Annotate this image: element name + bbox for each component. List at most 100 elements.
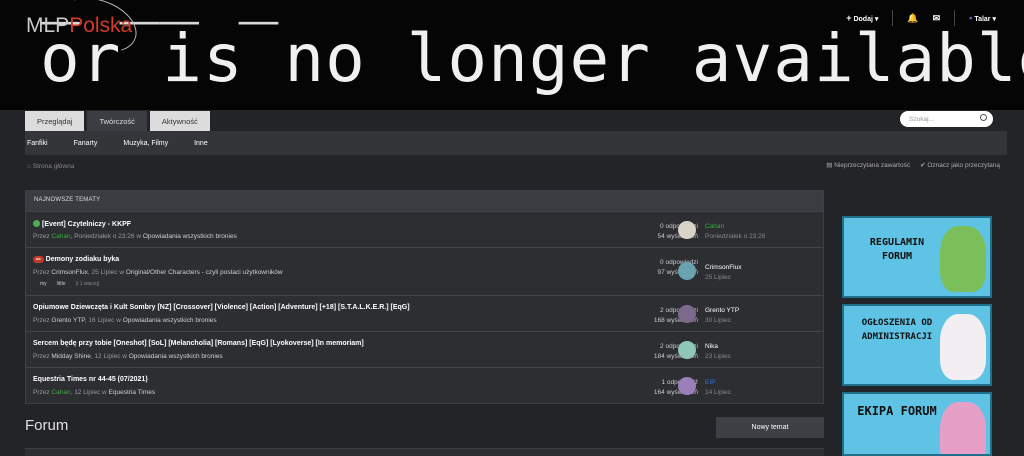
last-date[interactable]: 30 Lipiec (705, 316, 739, 326)
topic-meta: Przez Cahan, Poniedziałek o 23:26 w Opow… (33, 233, 237, 240)
last-post: Cahan Poniedziałek o 23:26 (705, 222, 765, 242)
last-date[interactable]: Poniedziałek o 23:26 (705, 232, 765, 242)
last-date[interactable]: 14 Lipiec (705, 388, 731, 398)
oc-badge: oc (33, 256, 44, 263)
last-user[interactable]: Nika (705, 342, 731, 352)
topic-author[interactable]: Cahan (51, 233, 70, 240)
mark-read-link[interactable]: ✔ Oznacz jako przeczytaną (920, 161, 1000, 169)
topic-author[interactable]: CrimsonFlux (51, 269, 87, 276)
meta-prefix: Przez (33, 233, 52, 240)
last-user[interactable]: Grento YTP (705, 306, 739, 316)
subnav-fanarty[interactable]: Fanarty (74, 140, 98, 147)
tab-creativity[interactable]: Twórczość (87, 111, 147, 131)
avatar-icon: ▪ (969, 13, 973, 23)
subnav-other[interactable]: Inne (194, 140, 208, 147)
meta-prefix: Przez (33, 353, 52, 360)
topic-tags: my little (i 1 więcej) (40, 281, 99, 287)
topic-title-text: [Event] Czytelniczy - KKPF (42, 221, 132, 228)
topic-forum[interactable]: Opowiadania wszystkich bronies (143, 233, 237, 240)
bell-icon[interactable]: 🔔 (907, 13, 918, 24)
topic-author[interactable]: Midday Shine (51, 353, 90, 360)
avatar[interactable] (678, 305, 696, 323)
add-button[interactable]: + Dodaj ▾ (846, 13, 878, 23)
tag-more[interactable]: (i 1 więcej) (76, 281, 100, 287)
tag[interactable]: my (40, 281, 47, 287)
topic-date: , Poniedziałek o 23:26 w (70, 233, 143, 240)
meta-prefix: Przez (33, 269, 52, 276)
topic-author[interactable]: Grento YTP (51, 317, 84, 324)
header-banner: _ __ _ or is no longer available. MLPPol… (0, 0, 1024, 110)
topic-title[interactable]: Equestria Times nr 44-45 (07/2021) (33, 376, 148, 383)
topic-title[interactable]: Opiumowe Dziewczęta i Kult Sombry [NZ] [… (33, 304, 410, 311)
topic-meta: Przez Midday Shine, 12 Lipiec w Opowiada… (33, 353, 223, 360)
tag[interactable]: little (57, 281, 66, 287)
activity-links: ▤ Nieprzeczytana zawartość ✔ Oznacz jako… (826, 161, 1000, 169)
check-icon: ✔ (920, 162, 926, 169)
topic-title[interactable]: [Event] Czytelniczy - KKPF (33, 220, 131, 228)
spike-image (940, 226, 986, 292)
topic-meta: Przez CrimsonFlux, 25 Lipiec w Original/… (33, 269, 283, 276)
last-post: Nika 23 Lipiec (705, 342, 731, 362)
team-banner-text: EKIPA FORUM (857, 404, 937, 418)
team-banner[interactable]: EKIPA FORUM (842, 392, 992, 456)
topic-row: Opiumowe Dziewczęta i Kult Sombry [NZ] [… (26, 295, 823, 331)
tab-browse[interactable]: Przeglądaj (25, 111, 85, 131)
topic-title[interactable]: oc Demony zodiaku byka (33, 256, 119, 263)
user-name: Talar (974, 16, 991, 23)
plus-icon: + (846, 13, 852, 23)
topic-row: Equestria Times nr 44-45 (07/2021) Przez… (26, 367, 823, 403)
topic-forum[interactable]: Equestria Times (109, 389, 156, 396)
meta-prefix: Przez (33, 317, 52, 324)
topic-meta: Przez Cahan, 12 Lipiec w Equestria Times (33, 389, 155, 396)
avatar[interactable] (678, 377, 696, 395)
add-label: Dodaj (853, 16, 873, 23)
divider (954, 10, 956, 26)
topic-forum[interactable]: Opowiadania wszystkich bronies (123, 317, 217, 324)
last-date[interactable]: 23 Lipiec (705, 352, 731, 362)
search-placeholder: Szukaj... (909, 115, 934, 123)
announcements-banner[interactable]: OGŁOSZENIA OD ADMINISTRACJI (842, 304, 992, 386)
last-date[interactable]: 25 Lipiec (705, 273, 741, 283)
topic-row: Sercem będę przy tobie [Oneshot] [SoL] [… (26, 331, 823, 367)
user-nav: + Dodaj ▾ 🔔 ✉ ▪ Talar ▾ (846, 10, 996, 26)
last-user[interactable]: EIP (705, 378, 731, 388)
last-post: EIP 14 Lipiec (705, 378, 731, 398)
topic-row: [Event] Czytelniczy - KKPF Przez Cahan, … (26, 211, 823, 247)
main-tabs: Przeglądaj Twórczość Aktywność (25, 111, 210, 131)
search-icon[interactable] (980, 114, 987, 121)
search-input[interactable]: Szukaj... (900, 111, 993, 127)
topics-header: NAJNOWSZE TEMATY (26, 191, 823, 211)
forum-heading: Forum (25, 417, 69, 434)
avatar[interactable] (678, 341, 696, 359)
new-topic-button[interactable]: Nowy temat (716, 417, 824, 438)
mail-icon[interactable]: ✉ (933, 13, 941, 24)
last-user[interactable]: Cahan (705, 222, 765, 232)
breadcrumb[interactable]: ⌂ Strona główna (27, 163, 74, 170)
last-user[interactable]: CrimsonFlux (705, 263, 741, 273)
subnav-fanfiki[interactable]: Fanfiki (27, 140, 48, 147)
topic-title[interactable]: Sercem będę przy tobie [Oneshot] [SoL] [… (33, 340, 364, 347)
topic-row: oc Demony zodiaku byka Przez CrimsonFlux,… (26, 247, 823, 295)
subnav-music[interactable]: Muzyka, Filmy (123, 140, 168, 147)
tab-activity[interactable]: Aktywność (149, 111, 210, 131)
mark-read-label: Oznacz jako przeczytaną (927, 162, 1000, 169)
last-post: Grento YTP 30 Lipiec (705, 306, 739, 326)
banner-text: or is no longer available. (40, 20, 1024, 97)
breadcrumb-home: Strona główna (32, 163, 75, 170)
divider (892, 10, 894, 26)
rules-banner-text: REGULAMIN FORUM (869, 237, 925, 262)
user-menu[interactable]: ▪ Talar ▾ (969, 13, 996, 23)
topic-date: , 12 Lipiec w (70, 389, 109, 396)
last-post: CrimsonFlux 25 Lipiec (705, 263, 741, 283)
topic-author[interactable]: Cahan (51, 389, 70, 396)
rules-banner[interactable]: REGULAMIN FORUM (842, 216, 992, 298)
topic-forum[interactable]: Opowiadania wszystkich bronies (129, 353, 223, 360)
topic-date: , 25 Lipiec w (87, 269, 126, 276)
ponies-image (940, 402, 986, 454)
home-icon: ⌂ (27, 163, 31, 170)
avatar[interactable] (678, 262, 696, 280)
topic-forum[interactable]: Original/Other Characters - czyli postac… (126, 269, 283, 276)
unread-link[interactable]: ▤ Nieprzeczytana zawartość (826, 161, 910, 169)
avatar[interactable] (678, 221, 696, 239)
event-badge-icon (33, 220, 40, 227)
